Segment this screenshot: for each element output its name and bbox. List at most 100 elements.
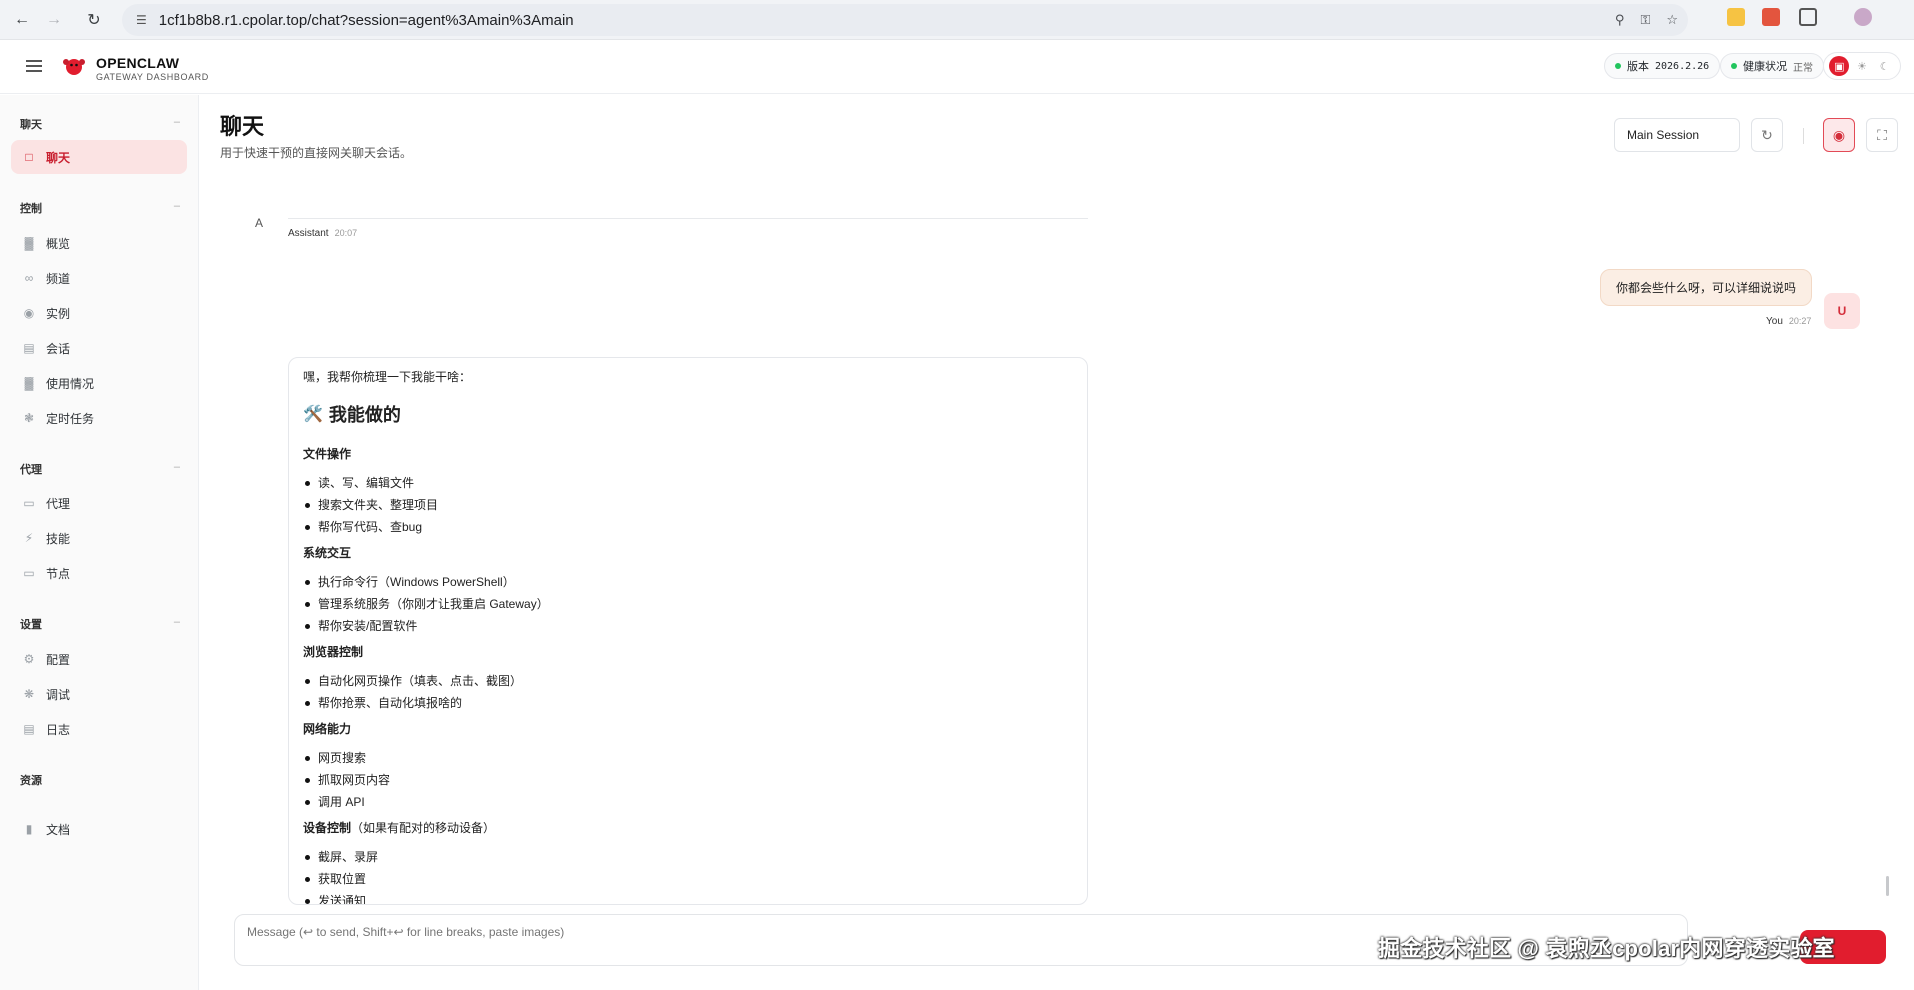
sidebar-section-chat[interactable]: 聊天 – <box>20 116 180 132</box>
sidebar-item-skills[interactable]: ⚡ 技能 <box>11 521 187 555</box>
collapse-icon[interactable]: – <box>174 461 180 473</box>
category-title-text: 浏览器控制 <box>303 645 364 659</box>
sidebar-section-control[interactable]: 控制 – <box>20 200 180 216</box>
page-title: 聊天 <box>220 114 265 139</box>
version-value: 2026.2.26 <box>1655 60 1710 72</box>
bar-chart-icon: ▓ <box>24 236 34 250</box>
extensions-puzzle-icon[interactable] <box>1799 8 1817 26</box>
category-title-text: 系统交互 <box>303 546 352 560</box>
address-bar[interactable]: ☰ 1cf1b8b8.r1.cpolar.top/chat?session=ag… <box>122 4 1688 36</box>
lightning-icon: ⚡ <box>24 531 34 545</box>
list-item: 执行命令行（Windows PowerShell） <box>303 571 1073 593</box>
sidebar-item-config[interactable]: ⚙ 配置 <box>11 642 187 676</box>
sidebar-item-cron[interactable]: ❃ 定时任务 <box>11 401 187 435</box>
url-text[interactable]: 1cf1b8b8.r1.cpolar.top/chat?session=agen… <box>159 12 574 29</box>
version-label: 版本 <box>1627 61 1649 73</box>
sidebar-item-nodes[interactable]: ▭ 节点 <box>11 556 187 590</box>
browser-toolbar: ← → ↻ ☰ 1cf1b8b8.r1.cpolar.top/chat?sess… <box>0 0 1914 40</box>
menu-toggle-icon[interactable] <box>26 60 42 72</box>
back-icon[interactable]: ← <box>8 6 36 34</box>
category-items: 自动化网页操作（填表、点击、截图） 帮你抢票、自动化填报啥的 <box>303 670 1073 714</box>
category-title-text: 网络能力 <box>303 722 352 736</box>
category-items: 读、写、编辑文件 搜索文件夹、整理项目 帮你写代码、查bug <box>303 472 1073 538</box>
sun-icon[interactable]: ☀ <box>1852 56 1872 76</box>
forward-icon[interactable]: → <box>40 6 68 34</box>
scrollbar-thumb[interactable] <box>1886 876 1889 896</box>
category-title: 文件操作 <box>303 445 1073 462</box>
sidebar-section-agents[interactable]: 代理 – <box>20 461 180 477</box>
sidebar-section-settings[interactable]: 设置 – <box>20 616 180 632</box>
moon-icon[interactable]: ☾ <box>1875 56 1895 76</box>
capability-list: 文件操作读、写、编辑文件 搜索文件夹、整理项目 帮你写代码、查bug 系统交互执行命令… <box>303 445 1073 904</box>
thinking-toggle-button[interactable]: ◉ <box>1823 118 1855 152</box>
focus-icon: ⛶ <box>1877 126 1887 143</box>
list-item: 自动化网页操作（填表、点击、截图） <box>303 670 1073 692</box>
link-icon: ∞ <box>24 271 34 285</box>
collapse-icon[interactable]: – <box>174 116 180 128</box>
bug-icon: ❋ <box>23 687 35 701</box>
watermark: 掘金技术社区 @ 袁煦丞cpolar内网穿透实验室 <box>1378 936 1835 961</box>
site-settings-icon[interactable]: ☰ <box>136 13 147 27</box>
sidebar-item-docs[interactable]: ▮ 文档 <box>11 812 187 846</box>
theme-switcher: ▣ ☀ ☾ <box>1823 52 1901 80</box>
list-item: 截屏、录屏 <box>303 846 1073 868</box>
collapse-icon[interactable]: – <box>174 200 180 212</box>
key-icon[interactable]: ⚿ <box>1640 12 1650 28</box>
category-title-suffix: （如果有配对的移动设备） <box>351 821 496 835</box>
session-select[interactable]: Main Session <box>1614 118 1740 152</box>
list-item: 帮你写代码、查bug <box>303 516 1073 538</box>
list-item: 调用 API <box>303 791 1073 813</box>
category-items: 截屏、录屏获取位置发送通知调用手机上的工具 <box>303 846 1073 904</box>
list-item: 抓取网页内容 <box>303 769 1073 791</box>
brand: OPENCLAW GATEWAY DASHBOARD <box>96 55 209 82</box>
list-item: 获取位置 <box>303 868 1073 890</box>
list-item: 帮你抢票、自动化填报啥的 <box>303 692 1073 714</box>
health-label: 健康状况 <box>1743 61 1787 73</box>
sidebar-item-sessions[interactable]: ▤ 会话 <box>11 331 187 365</box>
health-dot-icon <box>1731 63 1737 69</box>
category-title: 网络能力 <box>303 720 1073 737</box>
tools-icon: 🛠️ <box>303 406 323 423</box>
list-item: 搜索文件夹、整理项目 <box>303 494 1073 516</box>
refresh-icon: ↻ <box>1761 126 1773 143</box>
category-items: 执行命令行（Windows PowerShell） 管理系统服务（你刚才让我重启 … <box>303 571 1073 637</box>
sidebar-item-channels[interactable]: ∞ 频道 <box>11 261 187 295</box>
list-item: 读、写、编辑文件 <box>303 472 1073 494</box>
star-icon[interactable]: ☆ <box>1666 12 1678 28</box>
app-header: OPENCLAW GATEWAY DASHBOARD 版本 2026.2.26 … <box>0 41 1914 94</box>
divider <box>1803 128 1804 144</box>
sidebar-item-chat[interactable]: □ 聊天 <box>11 140 187 174</box>
assistant-time: 20:07 <box>334 228 358 238</box>
sidebar-item-logs[interactable]: ▤ 日志 <box>11 712 187 746</box>
refresh-button[interactable]: ↻ <box>1751 118 1783 152</box>
list-item: 网页搜索 <box>303 747 1073 769</box>
assistant-message-card: 嘿，我帮你梳理一下我能干啥： 🛠️ 我能做的 文件操作读、写、编辑文件 搜索文件夹… <box>288 357 1088 905</box>
version-pill: 版本 2026.2.26 <box>1604 53 1721 79</box>
sidebar-item-usage[interactable]: ▓ 使用情况 <box>11 366 187 400</box>
collapse-icon[interactable]: – <box>174 616 180 628</box>
sidebar-item-agents[interactable]: ▭ 代理 <box>11 486 187 520</box>
folder-icon: ▭ <box>23 496 35 510</box>
reload-icon[interactable]: ↻ <box>80 6 108 34</box>
sidebar-section-resources: 资源 <box>20 775 42 787</box>
profile-avatar-icon[interactable] <box>1854 8 1872 26</box>
monitor-theme-icon[interactable]: ▣ <box>1829 56 1850 76</box>
lobster-logo-icon <box>63 59 85 75</box>
assistant-meta: Assistant 20:07 <box>288 228 357 239</box>
sidebar-item-overview[interactable]: ▓ 概览 <box>11 226 187 260</box>
list-item: 发送通知 <box>303 890 1073 904</box>
category-items: 网页搜索 抓取网页内容 调用 API <box>303 747 1073 813</box>
extension-folder-icon[interactable] <box>1727 8 1745 26</box>
extension-red-icon[interactable] <box>1762 8 1780 26</box>
sidebar-item-debug[interactable]: ❋ 调试 <box>11 677 187 711</box>
focus-mode-button[interactable]: ⛶ <box>1866 118 1898 152</box>
user-message-bubble: 你都会些什么呀，可以详细说说吗 <box>1600 269 1812 306</box>
sidebar-item-instances[interactable]: ◉ 实例 <box>11 296 187 330</box>
monitor-icon: ▭ <box>23 566 35 580</box>
brain-icon: ◉ <box>1832 126 1846 143</box>
list-item: 帮你安装/配置软件 <box>303 615 1073 637</box>
zoom-icon[interactable]: ⚲ <box>1615 12 1625 28</box>
reply-intro: 嘿，我帮你梳理一下我能干啥： <box>303 370 472 384</box>
health-value: 正常 <box>1793 62 1813 74</box>
reply-heading-text: 我能做的 <box>328 405 401 425</box>
